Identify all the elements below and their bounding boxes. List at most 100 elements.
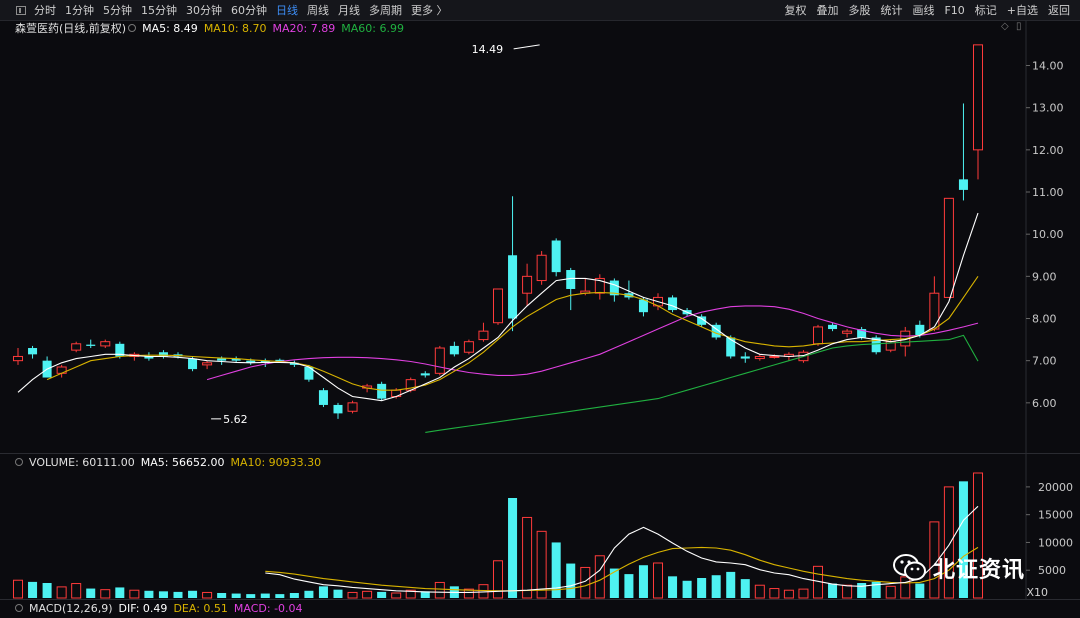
volume-bar xyxy=(624,574,634,598)
volume-bar xyxy=(754,584,765,599)
y-tick-label: 6.00 xyxy=(1032,397,1057,410)
volume-bar xyxy=(594,555,605,599)
candle-body xyxy=(188,358,198,370)
candle-body xyxy=(318,390,328,405)
volume-bar xyxy=(202,591,213,599)
candle-body xyxy=(333,404,343,414)
candle-body xyxy=(202,362,213,366)
volume-bar xyxy=(828,583,838,598)
candle-body xyxy=(508,255,518,319)
candle-body xyxy=(929,292,940,330)
volume-bar xyxy=(158,591,168,598)
volume-tick-label: 15000 xyxy=(1038,509,1073,522)
watermark: 北证资讯 xyxy=(893,552,1025,584)
candle-body xyxy=(28,348,38,355)
candle-body xyxy=(100,341,111,347)
volume-bar xyxy=(173,591,183,598)
y-tick-label: 10.00 xyxy=(1032,228,1064,241)
candle-body xyxy=(972,44,984,151)
ma20-line xyxy=(206,305,979,381)
volume-bar xyxy=(391,592,402,599)
volume-bar xyxy=(609,568,619,598)
candle-body xyxy=(434,347,445,374)
volume-bar xyxy=(434,581,445,599)
candle-body xyxy=(347,402,358,412)
watermark-text: 北证资讯 xyxy=(933,558,1026,583)
volume-bar xyxy=(217,593,227,598)
wechat-icon xyxy=(893,554,927,582)
candle-body xyxy=(522,275,533,294)
volume-bar xyxy=(536,530,547,599)
volume-bar xyxy=(28,581,38,598)
candle-body xyxy=(828,324,838,330)
volume-bar xyxy=(682,580,692,598)
volume-bar xyxy=(42,583,52,598)
candle-body xyxy=(842,330,853,334)
candle-body xyxy=(566,270,576,289)
candle-body xyxy=(86,344,96,346)
candle-body xyxy=(726,337,736,357)
candle-body xyxy=(536,254,547,282)
candle-body xyxy=(71,343,82,351)
volume-bar xyxy=(260,593,270,598)
y-tick-label: 8.00 xyxy=(1032,313,1057,326)
annotation-label: 14.49 xyxy=(472,43,504,56)
volume-bar xyxy=(231,593,241,598)
volume-bar xyxy=(798,588,809,599)
volume-bar xyxy=(783,589,794,599)
candle-body xyxy=(478,330,489,341)
y-tick-label: 7.00 xyxy=(1032,355,1057,368)
volume-bar xyxy=(275,594,285,598)
y-tick-label: 11.00 xyxy=(1032,186,1064,199)
annotation-label: 5.62 xyxy=(223,413,248,426)
volume-bar xyxy=(188,590,198,598)
volume-bar xyxy=(769,588,780,599)
volume-tick-label: 20000 xyxy=(1038,481,1073,494)
volume-bar xyxy=(842,584,853,599)
volume-bar xyxy=(668,576,678,598)
candlestick-chart[interactable]: 6.00 7.00 8.00 9.00 10.00 11.00 12.00 13.00 14.0… xyxy=(0,0,1080,618)
volume-bar xyxy=(522,516,533,599)
volume-bar xyxy=(697,578,707,598)
volume-bar xyxy=(129,589,140,599)
volume-ma5-line xyxy=(265,505,979,593)
candle-body xyxy=(463,341,474,353)
y-tick-label: 13.00 xyxy=(1032,102,1064,115)
volume-bar xyxy=(740,579,750,598)
volume-bar xyxy=(86,588,96,598)
volume-bar xyxy=(885,585,896,599)
y-tick-label: 14.00 xyxy=(1032,60,1064,73)
annotation-arrow xyxy=(513,44,540,50)
volume-bar xyxy=(857,583,867,598)
scale-label: X10 xyxy=(1026,586,1048,599)
volume-tick-label: 5000 xyxy=(1038,564,1066,577)
candle-body xyxy=(492,288,504,324)
volume-bar xyxy=(71,583,82,599)
volume-tick-label: 10000 xyxy=(1038,536,1073,549)
volume-bar xyxy=(289,593,299,598)
volume-bar xyxy=(362,590,373,599)
volume-bar xyxy=(12,579,24,599)
volume-bar xyxy=(347,591,358,599)
candle-body xyxy=(217,358,227,361)
candle-body xyxy=(754,355,765,360)
volume-bar xyxy=(304,590,314,598)
volume-bar xyxy=(318,586,328,598)
volume-bar xyxy=(492,560,504,599)
volume-bar xyxy=(144,590,154,598)
volume-bar xyxy=(726,571,736,598)
candle-body xyxy=(740,356,750,359)
candle-body xyxy=(812,326,824,345)
volume-bar xyxy=(377,591,387,598)
candle-body xyxy=(958,179,968,190)
volume-bar xyxy=(508,498,518,598)
volume-bar xyxy=(566,563,576,598)
candle-body xyxy=(551,240,561,273)
volume-bar xyxy=(652,562,664,599)
volume-bar xyxy=(246,594,256,598)
volume-bar xyxy=(56,586,67,599)
volume-bar xyxy=(333,589,343,598)
candle-body xyxy=(420,373,430,376)
volume-bar xyxy=(100,589,111,599)
candle-body xyxy=(449,345,459,355)
